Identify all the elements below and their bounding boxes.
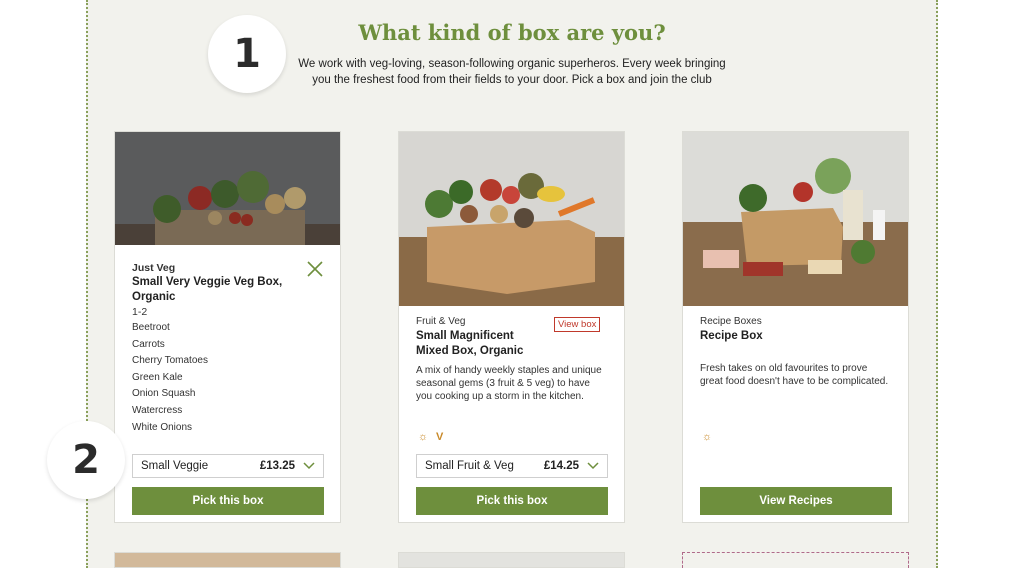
box-photo <box>399 132 624 306</box>
card-category: Recipe Boxes <box>700 316 762 327</box>
list-item: White Onions <box>132 421 193 433</box>
next-card-photo <box>398 552 625 568</box>
next-card-placeholder <box>682 552 909 568</box>
view-box-link[interactable]: View box <box>554 317 601 332</box>
list-item: Green Kale <box>132 371 183 383</box>
card-title: Recipe Box <box>700 330 763 342</box>
view-recipes-button[interactable]: View Recipes <box>700 487 892 515</box>
vegetarian-icon: V <box>436 431 444 443</box>
box-card-recipe: Recipe Boxes Recipe Box Fresh takes on o… <box>682 131 909 523</box>
card-title: Small Magnificent Mixed Box, Organic <box>416 330 524 357</box>
list-item: Cherry Tomatoes <box>132 355 208 367</box>
chevron-down-icon <box>303 462 315 470</box>
pick-box-button[interactable]: Pick this box <box>416 487 608 515</box>
card-description: Fresh takes on old favourites to prove g… <box>700 363 889 387</box>
size-select[interactable]: Small Fruit & Veg £14.25 <box>416 454 608 478</box>
list-item: Beetroot <box>132 322 170 333</box>
box-price: £14.25 <box>543 460 579 472</box>
close-icon[interactable] <box>306 260 324 278</box>
page-title: What kind of box are you? <box>358 20 666 45</box>
pick-box-button[interactable]: Pick this box <box>132 487 324 515</box>
card-category: Just Veg <box>132 262 176 274</box>
card-title: Small Very Veggie Veg Box, Organic <box>132 276 283 303</box>
contents-list: Beetroot Carrots Cherry Tomatoes Green K… <box>132 320 323 436</box>
intro-text: We work with veg-loving, season-followin… <box>298 58 726 86</box>
step-2-badge: 2 <box>47 421 125 499</box>
step-1-badge: 1 <box>208 15 286 93</box>
box-price: £13.25 <box>259 460 295 472</box>
organic-icon: ☼ <box>702 431 713 443</box>
next-card-photo <box>114 552 341 568</box>
recipe-box-image <box>683 132 908 306</box>
veg-box-image <box>115 132 340 245</box>
list-item: Onion Squash <box>132 388 196 400</box>
list-item: Watercress <box>132 404 183 416</box>
select-label: Small Fruit & Veg <box>425 460 514 472</box>
select-label: Small Veggie <box>141 460 209 472</box>
list-item: Carrots <box>132 338 165 350</box>
organic-icon: ☼ <box>418 431 429 443</box>
card-serves: 1-2 <box>132 306 148 318</box>
box-card-fruit-veg: Fruit & Veg Small Magnificent Mixed Box,… <box>398 131 625 523</box>
size-select[interactable]: Small Veggie £13.25 <box>132 454 324 478</box>
box-photo <box>683 132 908 306</box>
box-card-just-veg: Just Veg Small Very Veggie Veg Box, Orga… <box>114 131 341 523</box>
fruit-veg-box-image <box>399 132 624 306</box>
card-description: A mix of handy weekly staples and unique… <box>416 365 602 402</box>
chevron-down-icon <box>587 462 599 470</box>
box-photo <box>115 132 340 245</box>
